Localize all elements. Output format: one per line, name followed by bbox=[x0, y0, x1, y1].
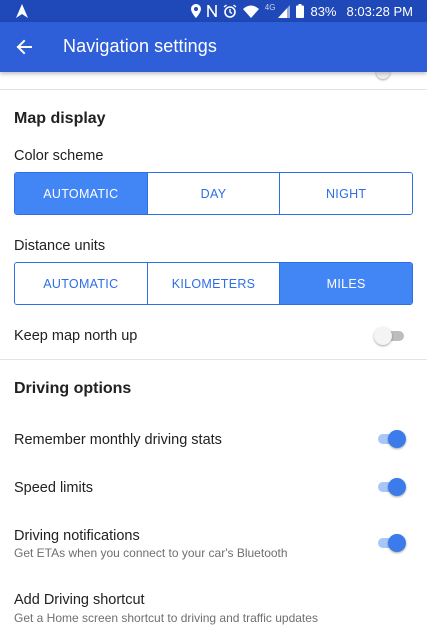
navigation-arrow-icon bbox=[15, 3, 29, 22]
distance-units-miles-button[interactable]: MILES bbox=[280, 263, 412, 304]
monthly-stats-toggle[interactable] bbox=[376, 430, 406, 448]
page-title: Navigation settings bbox=[63, 36, 217, 56]
keep-north-up-toggle[interactable] bbox=[374, 327, 406, 345]
settings-list[interactable]: Map display Color scheme AUTOMATIC DAY N… bbox=[0, 65, 427, 640]
signal-icon bbox=[278, 0, 291, 22]
back-button[interactable] bbox=[10, 33, 38, 61]
section-title-driving-options: Driving options bbox=[14, 380, 132, 397]
network-type: 4G bbox=[264, 2, 276, 12]
keep-north-up-label: Keep map north up bbox=[14, 328, 138, 344]
battery-icon bbox=[296, 0, 305, 22]
section-title-map-display: Map display bbox=[14, 110, 106, 127]
status-bar: 4G 83% 8:03:28 PM bbox=[0, 0, 427, 22]
battery-percent: 83% bbox=[310, 3, 337, 19]
nfc-icon bbox=[206, 0, 217, 22]
arrow-left-icon bbox=[16, 39, 32, 55]
wifi-icon bbox=[242, 0, 259, 22]
app-bar: Navigation settings bbox=[0, 22, 427, 72]
driving-shortcut-label[interactable]: Add Driving shortcut bbox=[14, 592, 145, 608]
divider bbox=[0, 359, 427, 360]
driving-shortcut-sublabel: Get a Home screen shortcut to driving an… bbox=[14, 611, 318, 625]
color-scheme-automatic-button[interactable]: AUTOMATIC bbox=[15, 173, 148, 214]
distance-units-selector: AUTOMATIC KILOMETERS MILES bbox=[14, 262, 413, 305]
color-scheme-label: Color scheme bbox=[14, 148, 104, 164]
monthly-stats-label: Remember monthly driving stats bbox=[14, 432, 222, 448]
distance-units-kilometers-button[interactable]: KILOMETERS bbox=[147, 263, 281, 304]
location-icon bbox=[190, 0, 201, 22]
driving-notifications-label: Driving notifications bbox=[14, 528, 140, 544]
color-scheme-selector: AUTOMATIC DAY NIGHT bbox=[14, 172, 413, 215]
distance-units-label: Distance units bbox=[14, 238, 106, 254]
clock: 8:03:28 PM bbox=[346, 3, 414, 19]
driving-notifications-sublabel: Get ETAs when you connect to your car's … bbox=[14, 546, 288, 560]
alarm-icon bbox=[223, 0, 237, 22]
distance-units-automatic-button[interactable]: AUTOMATIC bbox=[15, 263, 148, 304]
color-scheme-day-button[interactable]: DAY bbox=[147, 173, 281, 214]
color-scheme-night-button[interactable]: NIGHT bbox=[280, 173, 412, 214]
divider bbox=[0, 89, 427, 90]
speed-limits-label: Speed limits bbox=[14, 480, 93, 496]
driving-notifications-toggle[interactable] bbox=[376, 534, 406, 552]
speed-limits-toggle[interactable] bbox=[376, 478, 406, 496]
